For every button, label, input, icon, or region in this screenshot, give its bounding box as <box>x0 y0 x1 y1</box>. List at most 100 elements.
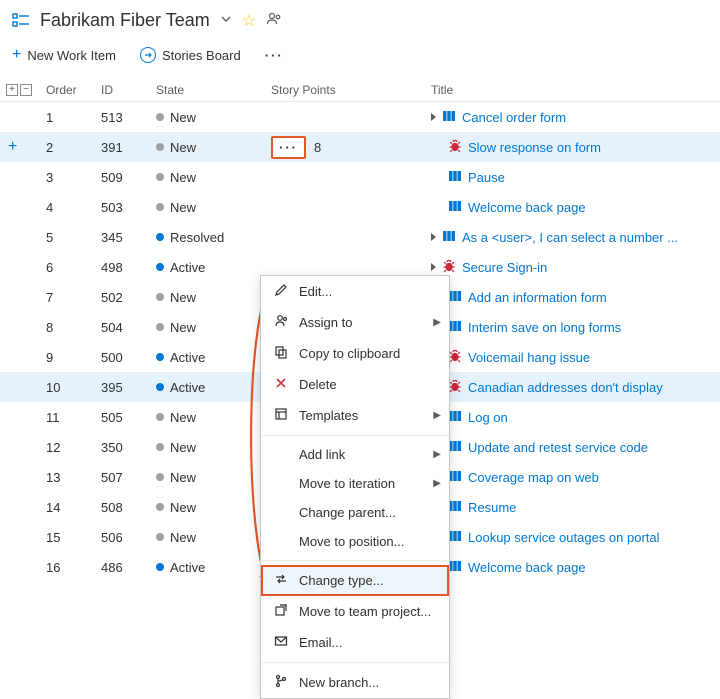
work-item-title-link[interactable]: Voicemail hang issue <box>468 350 590 365</box>
menu-change-type[interactable]: Change type... <box>261 565 449 596</box>
star-icon[interactable]: ☆ <box>242 11 256 31</box>
state-dot-icon <box>156 383 164 391</box>
table-row[interactable]: 5345ResolvedAs a <user>, I can select a … <box>0 222 720 252</box>
submenu-chevron-icon: ▶ <box>433 317 441 328</box>
cell-order: 3 <box>46 170 101 185</box>
menu-move-team-project-label: Move to team project... <box>299 604 431 619</box>
col-state[interactable]: State <box>156 83 271 97</box>
table-row[interactable]: 4503NewWelcome back page <box>0 192 720 222</box>
work-item-title-link[interactable]: As a <user>, I can select a number ... <box>462 230 678 245</box>
work-item-title-link[interactable]: Log on <box>468 410 508 425</box>
work-item-title-link[interactable]: Slow response on form <box>468 140 601 155</box>
work-item-title-link[interactable]: Canadian addresses don't display <box>468 380 663 395</box>
cell-order: 4 <box>46 200 101 215</box>
menu-separator <box>261 435 449 436</box>
cell-order: 16 <box>46 560 101 575</box>
cell-state: Active <box>156 560 271 575</box>
user-story-icon <box>448 409 462 426</box>
add-child-button[interactable]: + <box>8 138 17 156</box>
menu-move-iteration[interactable]: Move to iteration ▶ <box>261 469 449 498</box>
menu-change-parent[interactable]: Change parent... <box>261 498 449 527</box>
stories-board-button[interactable]: Stories Board <box>140 47 241 63</box>
cell-title: Resume <box>431 499 711 516</box>
templates-icon <box>273 407 289 424</box>
expand-caret-icon[interactable] <box>431 233 436 241</box>
cell-id: 395 <box>101 380 156 395</box>
col-story-points[interactable]: Story Points <box>271 83 431 97</box>
cell-id: 513 <box>101 110 156 125</box>
cell-id: 498 <box>101 260 156 275</box>
cell-story-points: ···8 <box>271 136 431 159</box>
menu-templates[interactable]: Templates ▶ <box>261 400 449 431</box>
state-dot-icon <box>156 533 164 541</box>
menu-assign-to[interactable]: Assign to ▶ <box>261 307 449 338</box>
work-item-title-link[interactable]: Interim save on long forms <box>468 320 621 335</box>
work-item-title-link[interactable]: Add an information form <box>468 290 607 305</box>
menu-copy-label: Copy to clipboard <box>299 346 400 361</box>
menu-edit[interactable]: Edit... <box>261 276 449 307</box>
new-work-item-button[interactable]: + New Work Item <box>12 47 116 63</box>
pencil-icon <box>273 283 289 300</box>
work-item-title-link[interactable]: Lookup service outages on portal <box>468 530 660 545</box>
cell-order: 9 <box>46 350 101 365</box>
backlog-icon <box>12 12 30 30</box>
state-dot-icon <box>156 443 164 451</box>
cell-id: 500 <box>101 350 156 365</box>
cell-title: Interim save on long forms <box>431 319 711 336</box>
work-item-title-link[interactable]: Secure Sign-in <box>462 260 547 275</box>
work-item-title-link[interactable]: Update and retest service code <box>468 440 648 455</box>
table-row[interactable]: +2391New···8Slow response on form <box>0 132 720 162</box>
expand-caret-icon[interactable] <box>431 113 436 121</box>
expand-caret-icon[interactable] <box>431 263 436 271</box>
team-title[interactable]: Fabrikam Fiber Team <box>40 10 210 31</box>
cell-title: Secure Sign-in <box>431 259 711 276</box>
col-id[interactable]: ID <box>101 83 156 97</box>
menu-add-link[interactable]: Add link ▶ <box>261 440 449 469</box>
user-story-icon <box>448 319 462 336</box>
state-dot-icon <box>156 203 164 211</box>
submenu-chevron-icon: ▶ <box>433 449 441 460</box>
menu-move-team-project[interactable]: Move to team project... <box>261 596 449 627</box>
branch-icon <box>273 674 289 691</box>
menu-separator <box>261 560 449 561</box>
expand-all-button[interactable]: + <box>6 84 18 96</box>
collapse-all-button[interactable]: − <box>20 84 32 96</box>
menu-delete[interactable]: Delete <box>261 369 449 400</box>
cell-order: 11 <box>46 410 101 425</box>
context-menu: Edit... Assign to ▶ Copy to clipboard De… <box>260 275 450 699</box>
menu-email[interactable]: Email... <box>261 627 449 658</box>
col-order[interactable]: Order <box>46 83 101 97</box>
user-story-icon <box>448 289 462 306</box>
work-item-title-link[interactable]: Coverage map on web <box>468 470 599 485</box>
bug-icon <box>442 259 456 276</box>
cell-id: 505 <box>101 410 156 425</box>
cell-order: 15 <box>46 530 101 545</box>
user-story-icon <box>448 439 462 456</box>
chevron-down-icon[interactable] <box>220 13 232 28</box>
user-story-icon <box>448 499 462 516</box>
table-row[interactable]: 3509NewPause <box>0 162 720 192</box>
state-label: New <box>170 410 196 425</box>
people-icon[interactable] <box>266 11 282 31</box>
menu-move-position[interactable]: Move to position... <box>261 527 449 556</box>
menu-copy[interactable]: Copy to clipboard <box>261 338 449 369</box>
menu-new-branch[interactable]: New branch... <box>261 667 449 698</box>
work-item-title-link[interactable]: Resume <box>468 500 516 515</box>
state-label: New <box>170 170 196 185</box>
state-dot-icon <box>156 143 164 151</box>
col-title[interactable]: Title <box>431 83 711 97</box>
cell-order: 7 <box>46 290 101 305</box>
work-item-title-link[interactable]: Welcome back page <box>468 560 586 575</box>
work-item-title-link[interactable]: Cancel order form <box>462 110 566 125</box>
menu-change-parent-label: Change parent... <box>299 505 396 520</box>
more-actions-button[interactable]: ··· <box>265 48 284 63</box>
menu-delete-label: Delete <box>299 377 337 392</box>
row-actions-button[interactable]: ··· <box>271 136 306 159</box>
table-row[interactable]: 1513NewCancel order form <box>0 102 720 132</box>
cell-id: 391 <box>101 140 156 155</box>
cell-id: 502 <box>101 290 156 305</box>
cell-state: New <box>156 410 271 425</box>
work-item-title-link[interactable]: Welcome back page <box>468 200 586 215</box>
copy-icon <box>273 345 289 362</box>
work-item-title-link[interactable]: Pause <box>468 170 505 185</box>
